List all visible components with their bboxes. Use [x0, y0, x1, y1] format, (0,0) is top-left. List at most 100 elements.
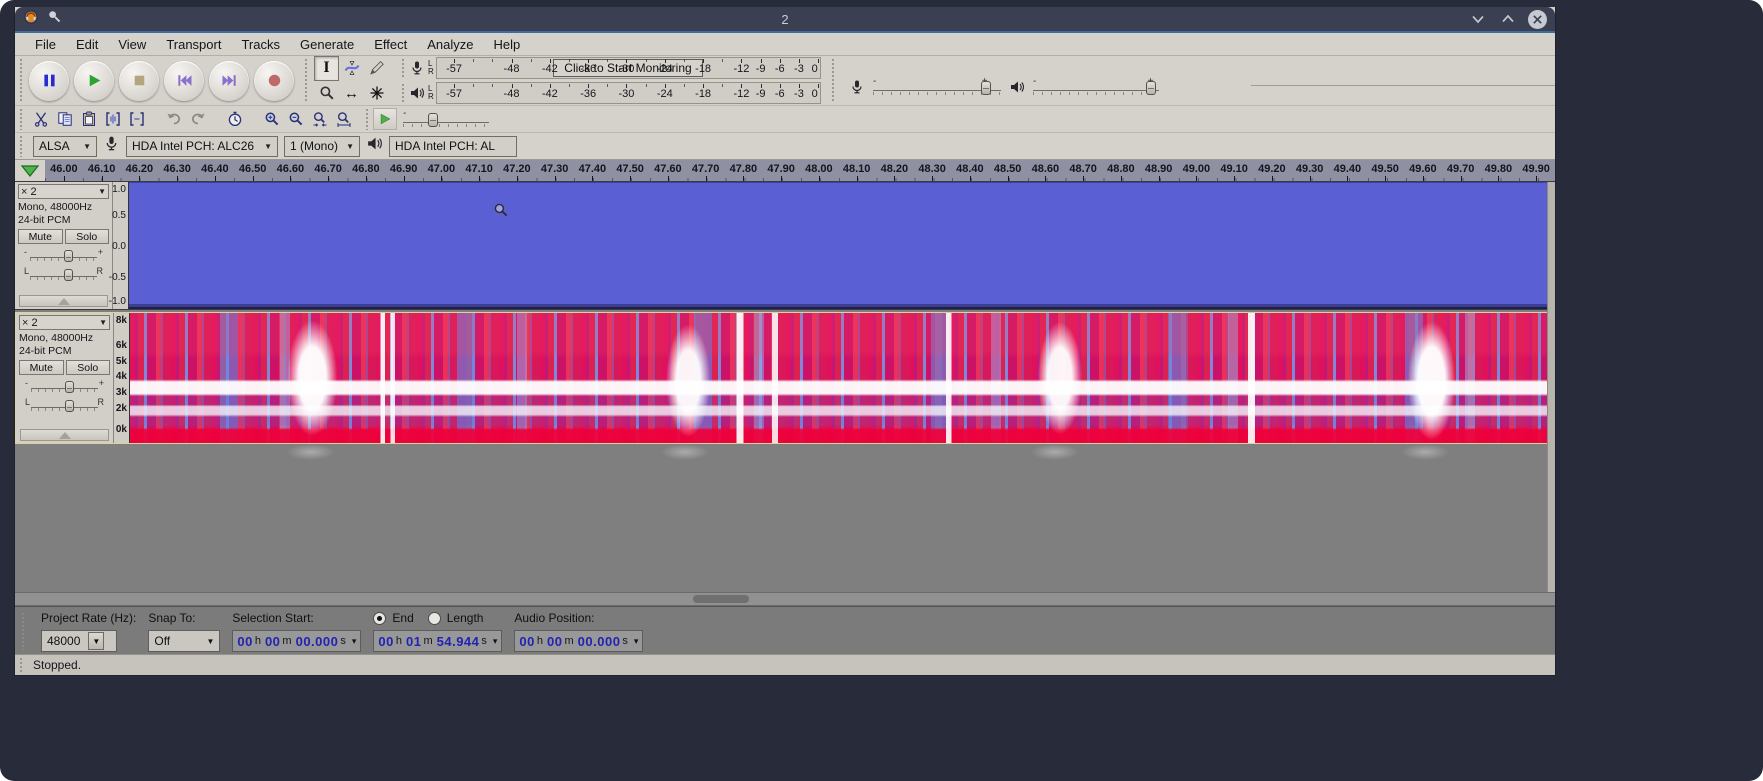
snap-to-select[interactable]: Off ▼	[148, 630, 221, 652]
play-at-speed-button[interactable]	[373, 108, 397, 130]
title-bar[interactable]: 2	[15, 7, 1555, 33]
project-rate-select[interactable]: 48000 ▼	[41, 630, 117, 652]
solo-button[interactable]: Solo	[65, 360, 110, 375]
vertical-scrollbar[interactable]	[1547, 182, 1555, 592]
time-digits[interactable]: 01	[406, 634, 421, 649]
menu-tracks[interactable]: Tracks	[231, 35, 290, 54]
menu-help[interactable]: Help	[483, 35, 530, 54]
menu-edit[interactable]: Edit	[66, 35, 108, 54]
track-close-icon[interactable]: ×	[21, 186, 27, 197]
record-button[interactable]	[254, 60, 294, 101]
pan-slider[interactable]: L R	[23, 396, 106, 413]
multi-tool-button[interactable]	[364, 81, 389, 106]
time-digits[interactable]: 00	[237, 634, 252, 649]
mute-button[interactable]: Mute	[18, 229, 63, 244]
menu-effect[interactable]: Effect	[364, 35, 417, 54]
chevron-down-icon[interactable]: ▾	[493, 636, 498, 647]
recording-meter-grip[interactable]	[401, 58, 406, 78]
recording-device-select[interactable]: HDA Intel PCH: ALC26 ▼	[126, 135, 278, 157]
spectrogram[interactable]	[130, 313, 1554, 443]
waveform[interactable]	[129, 182, 1555, 309]
playback-volume-thumb[interactable]	[1146, 80, 1157, 95]
time-digits[interactable]: 00	[547, 634, 562, 649]
record-meter-scale[interactable]: Click to Start Monitoring -57 -48 -42 -36 -3…	[435, 57, 821, 79]
envelope-tool-button[interactable]	[339, 56, 364, 81]
redo-button[interactable]	[186, 108, 209, 130]
play-speed-slider[interactable]: -	[403, 108, 489, 129]
selection-toolbar-grip[interactable]	[21, 612, 26, 650]
gain-thumb[interactable]	[64, 250, 73, 262]
horizontal-scrollbar[interactable]	[15, 592, 1555, 606]
recording-volume-thumb[interactable]	[980, 80, 991, 95]
end-radio[interactable]	[373, 611, 387, 625]
minimize-icon[interactable]	[1468, 9, 1488, 29]
timeshift-tool-button[interactable]: ↔	[339, 81, 364, 106]
zoom-out-button[interactable]	[284, 108, 307, 130]
selection-tool-button[interactable]: I	[314, 55, 339, 81]
playback-volume-slider[interactable]: - +	[1033, 76, 1159, 97]
edit-toolbar-grip[interactable]	[19, 108, 24, 130]
frequency-ruler[interactable]: 8k 6k 5k 4k 3k 2k 0k	[114, 313, 130, 443]
timeline-ruler[interactable]: 46.00 46.10 46.20 46.30 46.40 46.50 46.60 46.70…	[45, 160, 1555, 181]
track-menu-chevron-icon[interactable]: ▼	[98, 187, 106, 196]
recording-meter[interactable]: LR Click to Start Monitoring -57 -48 -42 -3…	[397, 56, 821, 80]
transport-toolbar-grip[interactable]	[19, 58, 24, 103]
menu-generate[interactable]: Generate	[290, 35, 364, 54]
zoom-tool-button[interactable]	[314, 81, 339, 106]
playback-device-select[interactable]: HDA Intel PCH: AL	[389, 135, 517, 157]
selection-end-field[interactable]: 00 h 01 m 54.944 s ▾	[373, 630, 503, 652]
menu-transport[interactable]: Transport	[156, 35, 231, 54]
track-header[interactable]: × 2 ▼	[19, 315, 110, 330]
gain-slider[interactable]: - +	[22, 246, 105, 263]
pause-button[interactable]	[29, 60, 69, 101]
time-digits[interactable]: 00	[519, 634, 534, 649]
time-digits[interactable]: 00	[265, 634, 280, 649]
chevron-down-icon[interactable]: ▾	[352, 636, 357, 647]
recording-channels-select[interactable]: 1 (Mono) ▼	[284, 135, 360, 157]
playback-meter[interactable]: LR -57 -48 -42 -36 -30 -24 -18 -12 -9 -6 -3 0	[397, 81, 821, 105]
gain-thumb[interactable]	[65, 381, 74, 393]
track-header[interactable]: × 2 ▼	[18, 184, 109, 199]
sync-clock-button[interactable]	[223, 108, 246, 130]
menu-view[interactable]: View	[108, 35, 156, 54]
play-button[interactable]	[74, 60, 114, 101]
play-speed-thumb[interactable]	[428, 113, 439, 127]
zoom-in-button[interactable]	[260, 108, 283, 130]
mute-button[interactable]: Mute	[19, 360, 64, 375]
track-menu-chevron-icon[interactable]: ▼	[99, 318, 107, 327]
collapse-track-button[interactable]	[19, 295, 108, 307]
device-toolbar-grip[interactable]	[19, 135, 24, 157]
tools-toolbar-grip[interactable]	[304, 58, 309, 103]
close-icon[interactable]	[1528, 9, 1547, 29]
recording-volume-slider[interactable]: - +	[873, 76, 1001, 97]
play-meter-scale[interactable]: -57 -48 -42 -36 -30 -24 -18 -12 -9 -6 -3 0	[435, 82, 821, 104]
transcription-toolbar-grip[interactable]	[365, 108, 370, 130]
fit-selection-button[interactable]	[308, 108, 331, 130]
time-digits[interactable]: 00	[378, 634, 393, 649]
pin-icon[interactable]	[47, 9, 62, 29]
gain-slider[interactable]: - +	[23, 377, 106, 394]
fit-project-button[interactable]	[332, 108, 355, 130]
waveform-area[interactable]	[129, 182, 1555, 309]
solo-button[interactable]: Solo	[64, 229, 109, 244]
time-digits[interactable]: 00.000	[296, 634, 339, 649]
track-name[interactable]: 2	[31, 317, 94, 329]
mixer-toolbar-grip[interactable]	[831, 58, 836, 103]
selection-start-field[interactable]: 00 h 00 m 00.000 s ▾	[232, 630, 362, 652]
collapse-track-button[interactable]	[20, 429, 109, 441]
pan-thumb[interactable]	[65, 400, 74, 412]
length-radio[interactable]	[427, 611, 441, 625]
silence-button[interactable]	[125, 108, 148, 130]
draw-tool-button[interactable]	[364, 56, 389, 81]
undo-button[interactable]	[162, 108, 185, 130]
maximize-icon[interactable]	[1498, 9, 1518, 29]
audio-host-select[interactable]: ALSA ▼	[33, 135, 97, 157]
chevron-down-icon[interactable]: ▾	[634, 636, 639, 647]
paste-button[interactable]	[77, 108, 100, 130]
horizontal-scrollbar-thumb[interactable]	[692, 595, 749, 603]
time-digits[interactable]: 00.000	[578, 634, 621, 649]
amplitude-ruler[interactable]: 1.0 0.5 0.0 -0.5 -1.0	[109, 182, 129, 309]
playback-meter-grip[interactable]	[401, 83, 406, 103]
timeline-pin-icon[interactable]	[20, 164, 40, 178]
track-name[interactable]: 2	[30, 186, 93, 198]
